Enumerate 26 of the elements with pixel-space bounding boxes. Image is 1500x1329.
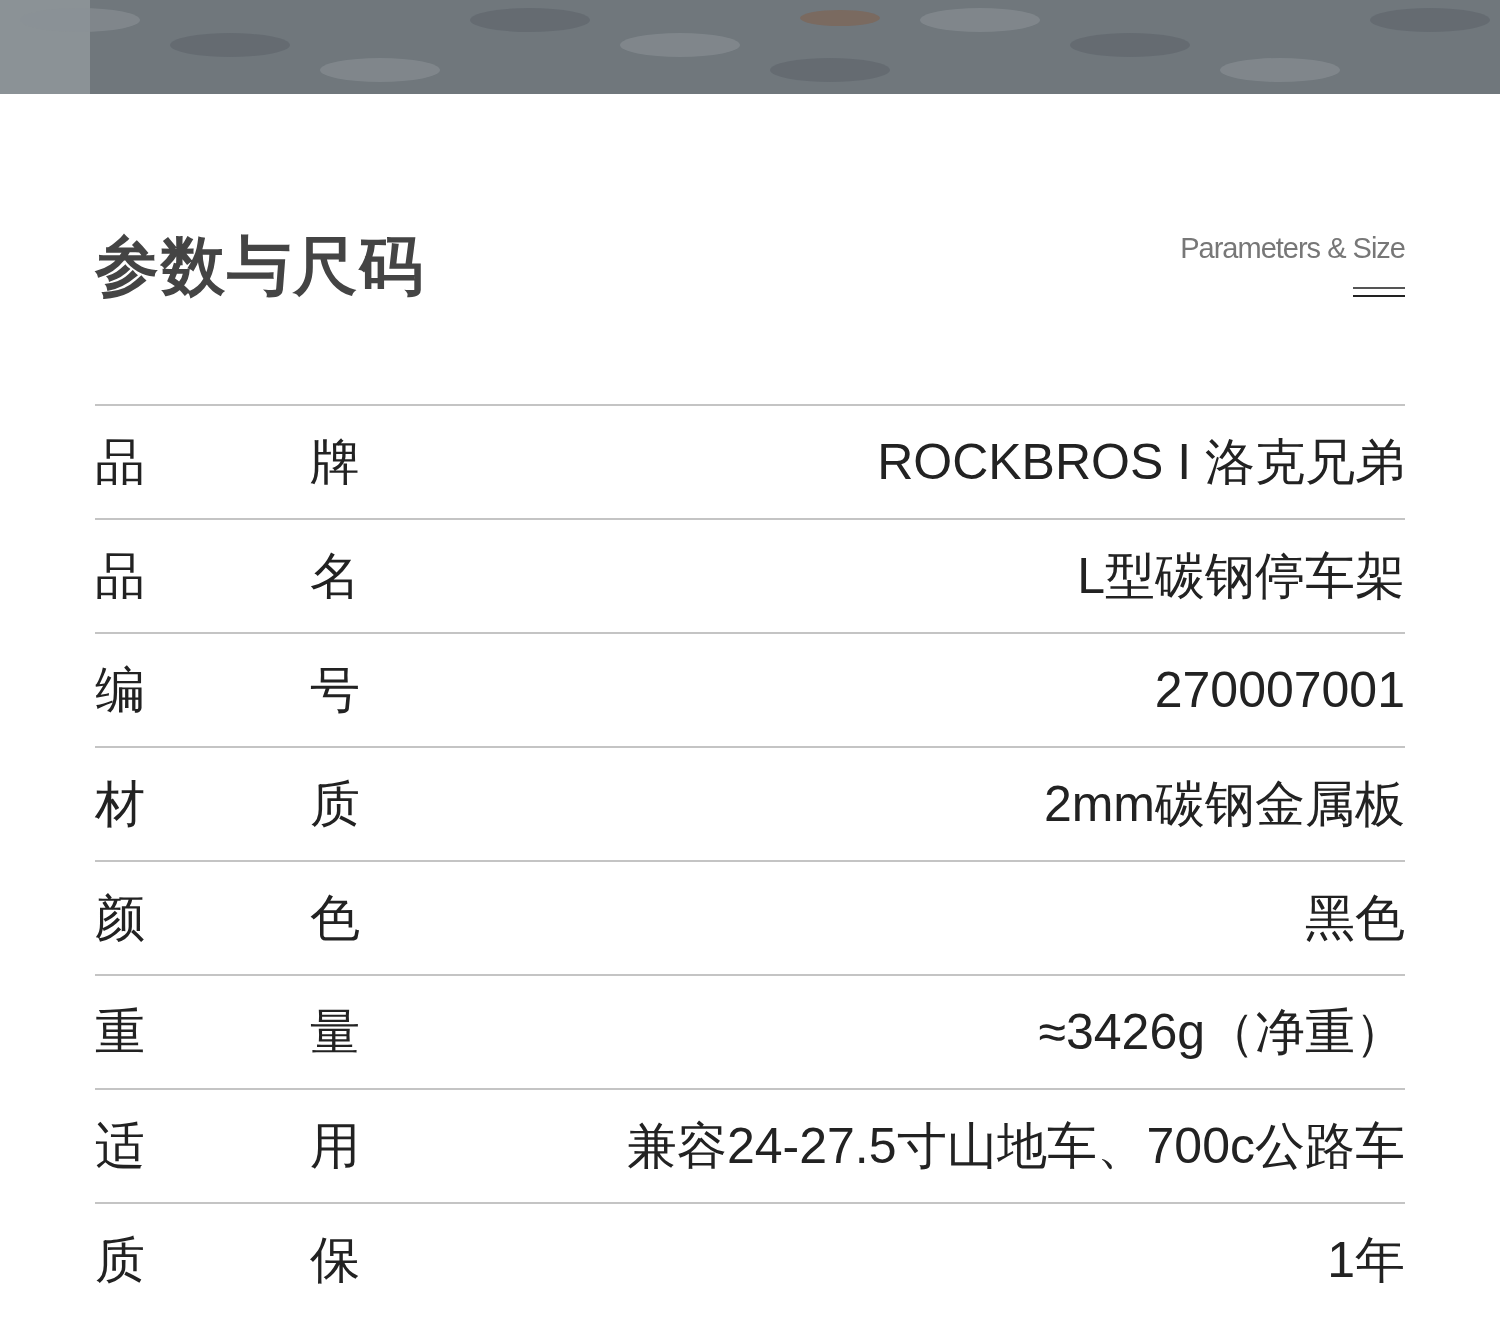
spec-value: 兼容24-27.5寸山地车、700c公路车	[627, 1121, 1405, 1171]
spec-value: 1年	[1327, 1235, 1405, 1285]
spec-label: 品	[95, 551, 146, 601]
section-title: 参数与尺码	[95, 234, 425, 298]
spec-label: 品	[95, 437, 146, 487]
spec-label: 适	[95, 1121, 146, 1171]
spec-label: 号	[310, 665, 360, 715]
spec-value: ≈3426g（净重）	[1038, 1007, 1405, 1057]
spec-value: 黑色	[1305, 893, 1405, 943]
spec-label: 质	[310, 779, 360, 829]
spec-label: 色	[310, 893, 360, 943]
spec-label: 编	[95, 665, 146, 715]
spec-label: 材	[95, 779, 146, 829]
spec-label: 牌	[310, 437, 360, 487]
spec-label: 名	[310, 551, 360, 601]
spec-label: 颜	[95, 893, 146, 943]
section-subtitle: Parameters & Size	[1180, 234, 1405, 263]
spec-label: 重	[95, 1007, 146, 1057]
spec-value: 270007001	[1154, 665, 1405, 715]
spec-label: 量	[310, 1007, 360, 1057]
spec-label: 保	[310, 1235, 360, 1285]
spec-value: 2mm碳钢金属板	[1043, 779, 1405, 829]
spec-label: 用	[310, 1121, 360, 1171]
spec-value: ROCKBROS I 洛克兄弟	[877, 437, 1405, 487]
spec-label: 质	[95, 1235, 146, 1285]
spec-value: L型碳钢停车架	[1077, 551, 1405, 601]
